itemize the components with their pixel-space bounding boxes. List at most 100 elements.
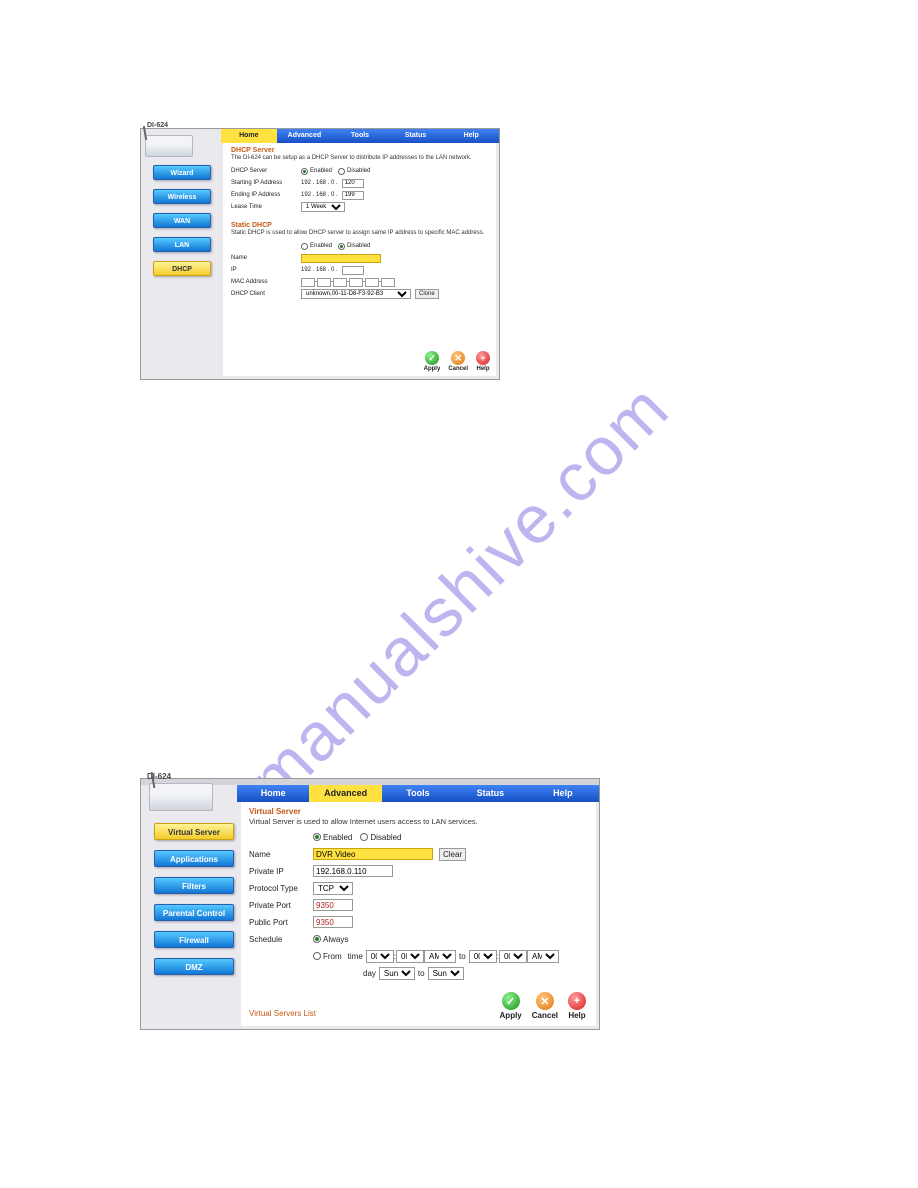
- panel-dhcp: DI-624 Home Advanced Tools Status Help W…: [140, 128, 500, 380]
- label-lease: Lease Time: [231, 204, 301, 210]
- cancel-button-2[interactable]: ✕ Cancel: [532, 992, 558, 1020]
- sidebar-item-filters[interactable]: Filters: [154, 877, 234, 894]
- select-time-h1[interactable]: 00: [366, 950, 394, 963]
- select-time-m2[interactable]: 00: [499, 950, 527, 963]
- tab-status-2[interactable]: Status: [454, 785, 526, 802]
- select-dhcp-client[interactable]: unknown,00-11-D8-F3-92-B3: [301, 289, 411, 299]
- label-time: time: [348, 952, 363, 961]
- sidebar-item-virtual-server[interactable]: Virtual Server: [154, 823, 234, 840]
- input-vs-name[interactable]: [313, 848, 433, 860]
- input-mac-5[interactable]: [365, 278, 379, 287]
- label-private-ip: Private IP: [249, 867, 313, 876]
- radio-from[interactable]: [313, 952, 321, 960]
- label-schedule: Schedule: [249, 935, 313, 944]
- label-mac: MAC Address: [231, 279, 301, 285]
- sidebar-item-wizard[interactable]: Wizard: [153, 165, 211, 180]
- sidebar: Wizard Wireless WAN LAN DHCP: [153, 165, 211, 285]
- radio-vs-enabled[interactable]: [313, 833, 321, 841]
- input-mac-1[interactable]: [301, 278, 315, 287]
- select-protocol[interactable]: TCP: [313, 882, 353, 895]
- input-mac-6[interactable]: [381, 278, 395, 287]
- sidebar-item-applications[interactable]: Applications: [154, 850, 234, 867]
- tab-home-2[interactable]: Home: [237, 785, 309, 802]
- tab-help-2[interactable]: Help: [527, 785, 599, 802]
- label-ip: IP: [231, 267, 301, 273]
- x-icon-2: ✕: [536, 992, 554, 1010]
- input-public-port[interactable]: [313, 916, 353, 928]
- watermark: manualshive.com: [234, 369, 685, 820]
- tab-help[interactable]: Help: [443, 129, 499, 143]
- select-day-1[interactable]: Sun: [379, 967, 415, 980]
- label-static-disabled: Disabled: [347, 243, 370, 249]
- section-desc-vs: Virtual Server is used to allow Internet…: [249, 817, 588, 826]
- router-icon: [145, 135, 193, 157]
- label-private-port: Private Port: [249, 901, 313, 910]
- input-mac-4[interactable]: [349, 278, 363, 287]
- sidebar-item-firewall[interactable]: Firewall: [154, 931, 234, 948]
- input-start-ip[interactable]: [342, 179, 364, 188]
- list-title: Virtual Servers List: [249, 1009, 316, 1018]
- label-vs-name: Name: [249, 850, 313, 859]
- ip-prefix: 192 . 168 . 0 .: [301, 180, 338, 186]
- tab-tools-2[interactable]: Tools: [382, 785, 454, 802]
- select-time-m1[interactable]: 00: [396, 950, 424, 963]
- sidebar-item-dmz[interactable]: DMZ: [154, 958, 234, 975]
- label-static-enabled: Enabled: [310, 243, 332, 249]
- radio-dhcp-disabled[interactable]: [338, 168, 345, 175]
- help-button[interactable]: + Help: [476, 351, 490, 372]
- sidebar-item-dhcp[interactable]: DHCP: [153, 261, 211, 276]
- select-time-ampm1[interactable]: AM: [424, 950, 456, 963]
- ip-prefix-2: 192 . 168 . 0 .: [301, 192, 338, 198]
- sidebar-item-wan[interactable]: WAN: [153, 213, 211, 228]
- label-day: day: [363, 969, 376, 978]
- tab-advanced-2[interactable]: Advanced: [309, 785, 381, 802]
- radio-always[interactable]: [313, 935, 321, 943]
- select-day-2[interactable]: Sun: [428, 967, 464, 980]
- sidebar-item-lan[interactable]: LAN: [153, 237, 211, 252]
- section-desc-static: Static DHCP is used to allow DHCP server…: [231, 230, 488, 237]
- tab-status[interactable]: Status: [388, 129, 444, 143]
- radio-static-enabled[interactable]: [301, 243, 308, 250]
- select-lease-time[interactable]: 1 Week: [301, 202, 345, 212]
- label-disabled: Disabled: [347, 168, 370, 174]
- input-end-ip[interactable]: [342, 191, 364, 200]
- input-static-name[interactable]: [301, 254, 381, 263]
- label-protocol: Protocol Type: [249, 884, 313, 893]
- input-mac-3[interactable]: [333, 278, 347, 287]
- radio-static-disabled[interactable]: [338, 243, 345, 250]
- radio-dhcp-enabled[interactable]: [301, 168, 308, 175]
- label-dhcp-server: DHCP Server: [231, 168, 301, 174]
- help-button-2[interactable]: + Help: [568, 992, 586, 1020]
- input-mac-2[interactable]: [317, 278, 331, 287]
- label-client: DHCP Client: [231, 291, 301, 297]
- label-start-ip: Starting IP Address: [231, 180, 301, 186]
- check-icon-2: ✓: [502, 992, 520, 1010]
- radio-vs-disabled[interactable]: [360, 833, 368, 841]
- action-buttons-2: ✓ Apply ✕ Cancel + Help: [500, 992, 586, 1020]
- input-static-ip[interactable]: [342, 266, 364, 275]
- sidebar-item-wireless[interactable]: Wireless: [153, 189, 211, 204]
- label-vs-disabled: Disabled: [370, 833, 401, 842]
- clone-button[interactable]: Clone: [415, 289, 439, 299]
- apply-button[interactable]: ✓ Apply: [424, 351, 441, 372]
- x-icon: ✕: [451, 351, 465, 365]
- label-end-ip: Ending IP Address: [231, 192, 301, 198]
- input-private-ip[interactable]: [313, 865, 393, 877]
- plus-icon-2: +: [568, 992, 586, 1010]
- cancel-button[interactable]: ✕ Cancel: [448, 351, 468, 372]
- tab-home[interactable]: Home: [221, 129, 277, 143]
- tab-tools[interactable]: Tools: [332, 129, 388, 143]
- section-title-static: Static DHCP: [231, 222, 488, 229]
- clear-button[interactable]: Clear: [439, 848, 466, 861]
- action-buttons: ✓ Apply ✕ Cancel + Help: [424, 351, 490, 372]
- tab-advanced[interactable]: Advanced: [277, 129, 333, 143]
- input-private-port[interactable]: [313, 899, 353, 911]
- label-vs-enabled: Enabled: [323, 833, 352, 842]
- select-time-h2[interactable]: 00: [469, 950, 497, 963]
- label-to-1: to: [459, 952, 466, 961]
- label-public-port: Public Port: [249, 918, 313, 927]
- apply-button-2[interactable]: ✓ Apply: [500, 992, 522, 1020]
- sidebar-item-parental[interactable]: Parental Control: [154, 904, 234, 921]
- select-time-ampm2[interactable]: AM: [527, 950, 559, 963]
- label-always: Always: [323, 935, 348, 944]
